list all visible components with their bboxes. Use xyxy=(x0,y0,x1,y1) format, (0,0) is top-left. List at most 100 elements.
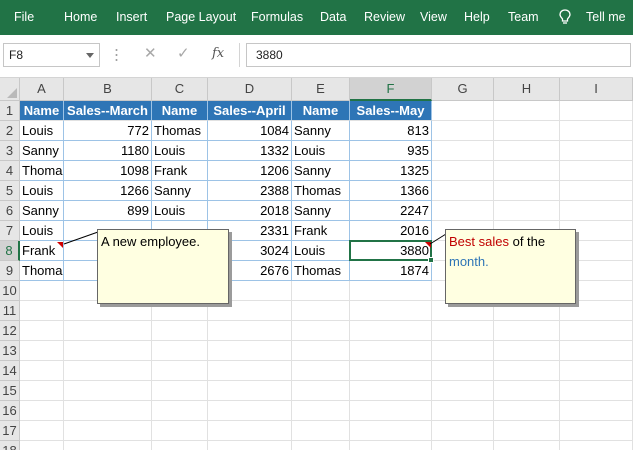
cell-g12[interactable] xyxy=(432,321,494,341)
cell-h12[interactable] xyxy=(494,321,560,341)
cell-g3[interactable] xyxy=(432,141,494,161)
cell-b13[interactable] xyxy=(64,341,152,361)
cell-g13[interactable] xyxy=(432,341,494,361)
column-header-h[interactable]: H xyxy=(494,78,560,101)
cell-g2[interactable] xyxy=(432,121,494,141)
fill-handle[interactable] xyxy=(428,257,434,263)
cell-i1[interactable] xyxy=(560,101,633,121)
cell-b14[interactable] xyxy=(64,361,152,381)
cell-e13[interactable] xyxy=(292,341,350,361)
cell-h15[interactable] xyxy=(494,381,560,401)
cell-e11[interactable] xyxy=(292,301,350,321)
formula-input[interactable]: 3880 xyxy=(246,43,631,67)
cell-h13[interactable] xyxy=(494,341,560,361)
cell-h6[interactable] xyxy=(494,201,560,221)
cell-a11[interactable] xyxy=(20,301,64,321)
cell-h5[interactable] xyxy=(494,181,560,201)
tab-insert[interactable]: Insert xyxy=(116,0,147,35)
cell-h14[interactable] xyxy=(494,361,560,381)
cell-f16[interactable] xyxy=(350,401,432,421)
cell-c13[interactable] xyxy=(152,341,208,361)
cell-b16[interactable] xyxy=(64,401,152,421)
cell-a18[interactable] xyxy=(20,441,64,450)
column-header-c[interactable]: C xyxy=(152,78,208,101)
cell-i6[interactable] xyxy=(560,201,633,221)
cell-d16[interactable] xyxy=(208,401,292,421)
cell-g11[interactable] xyxy=(432,301,494,321)
cell-a14[interactable] xyxy=(20,361,64,381)
tab-data[interactable]: Data xyxy=(320,0,346,35)
cell-a6[interactable]: Sanny xyxy=(20,201,64,221)
cell-a5[interactable]: Louis xyxy=(20,181,64,201)
cell-d15[interactable] xyxy=(208,381,292,401)
cell-d11[interactable] xyxy=(208,301,292,321)
cell-c5[interactable]: Sanny xyxy=(152,181,208,201)
cell-e7[interactable]: Frank xyxy=(292,221,350,241)
column-header-e[interactable]: E xyxy=(292,78,350,101)
cell-b2[interactable]: 772 xyxy=(64,121,152,141)
row-header-5[interactable]: 5 xyxy=(0,181,20,201)
row-header-14[interactable]: 14 xyxy=(0,361,20,381)
cell-g4[interactable] xyxy=(432,161,494,181)
cell-h3[interactable] xyxy=(494,141,560,161)
cell-c15[interactable] xyxy=(152,381,208,401)
cell-f12[interactable] xyxy=(350,321,432,341)
cell-f15[interactable] xyxy=(350,381,432,401)
row-header-17[interactable]: 17 xyxy=(0,421,20,441)
cell-a15[interactable] xyxy=(20,381,64,401)
cell-c18[interactable] xyxy=(152,441,208,450)
cell-a13[interactable] xyxy=(20,341,64,361)
cell-c2[interactable]: Thomas xyxy=(152,121,208,141)
cell-e8[interactable]: Louis xyxy=(292,241,350,261)
cell-g15[interactable] xyxy=(432,381,494,401)
cell-d14[interactable] xyxy=(208,361,292,381)
tab-help[interactable]: Help xyxy=(464,0,490,35)
cell-c4[interactable]: Frank xyxy=(152,161,208,181)
column-header-i[interactable]: I xyxy=(560,78,633,101)
cell-c16[interactable] xyxy=(152,401,208,421)
cell-d6[interactable]: 2018 xyxy=(208,201,292,221)
cell-b15[interactable] xyxy=(64,381,152,401)
tab-view[interactable]: View xyxy=(420,0,447,35)
cell-b12[interactable] xyxy=(64,321,152,341)
cell-e9[interactable]: Thomas xyxy=(292,261,350,281)
row-header-10[interactable]: 10 xyxy=(0,281,20,301)
row-header-16[interactable]: 16 xyxy=(0,401,20,421)
row-header-3[interactable]: 3 xyxy=(0,141,20,161)
cell-c11[interactable] xyxy=(152,301,208,321)
cell-f6[interactable]: 2247 xyxy=(350,201,432,221)
row-header-8[interactable]: 8 xyxy=(0,241,20,261)
cell-g6[interactable] xyxy=(432,201,494,221)
cell-e3[interactable]: Louis xyxy=(292,141,350,161)
cell-e4[interactable]: Sanny xyxy=(292,161,350,181)
cell-a17[interactable] xyxy=(20,421,64,441)
cell-i3[interactable] xyxy=(560,141,633,161)
cell-i12[interactable] xyxy=(560,321,633,341)
cell-g5[interactable] xyxy=(432,181,494,201)
row-header-4[interactable]: 4 xyxy=(0,161,20,181)
cell-d13[interactable] xyxy=(208,341,292,361)
cell-e14[interactable] xyxy=(292,361,350,381)
cell-e18[interactable] xyxy=(292,441,350,450)
cell-c17[interactable] xyxy=(152,421,208,441)
chevron-down-icon[interactable] xyxy=(86,53,94,58)
row-header-11[interactable]: 11 xyxy=(0,301,20,321)
cell-i2[interactable] xyxy=(560,121,633,141)
cell-f13[interactable] xyxy=(350,341,432,361)
row-header-1[interactable]: 1 xyxy=(0,101,20,121)
cell-i13[interactable] xyxy=(560,341,633,361)
cell-d4[interactable]: 1206 xyxy=(208,161,292,181)
cell-f3[interactable]: 935 xyxy=(350,141,432,161)
cell-a9[interactable]: Thoma xyxy=(20,261,64,281)
cell-e2[interactable]: Sanny xyxy=(292,121,350,141)
cell-d18[interactable] xyxy=(208,441,292,450)
function-icon[interactable]: fx xyxy=(212,46,224,61)
cell-e16[interactable] xyxy=(292,401,350,421)
cell-e1[interactable]: Name xyxy=(292,101,350,121)
cell-h18[interactable] xyxy=(494,441,560,450)
cell-a4[interactable]: Thoma xyxy=(20,161,64,181)
cell-c14[interactable] xyxy=(152,361,208,381)
row-header-6[interactable]: 6 xyxy=(0,201,20,221)
cell-e17[interactable] xyxy=(292,421,350,441)
tab-page-layout[interactable]: Page Layout xyxy=(166,0,236,35)
